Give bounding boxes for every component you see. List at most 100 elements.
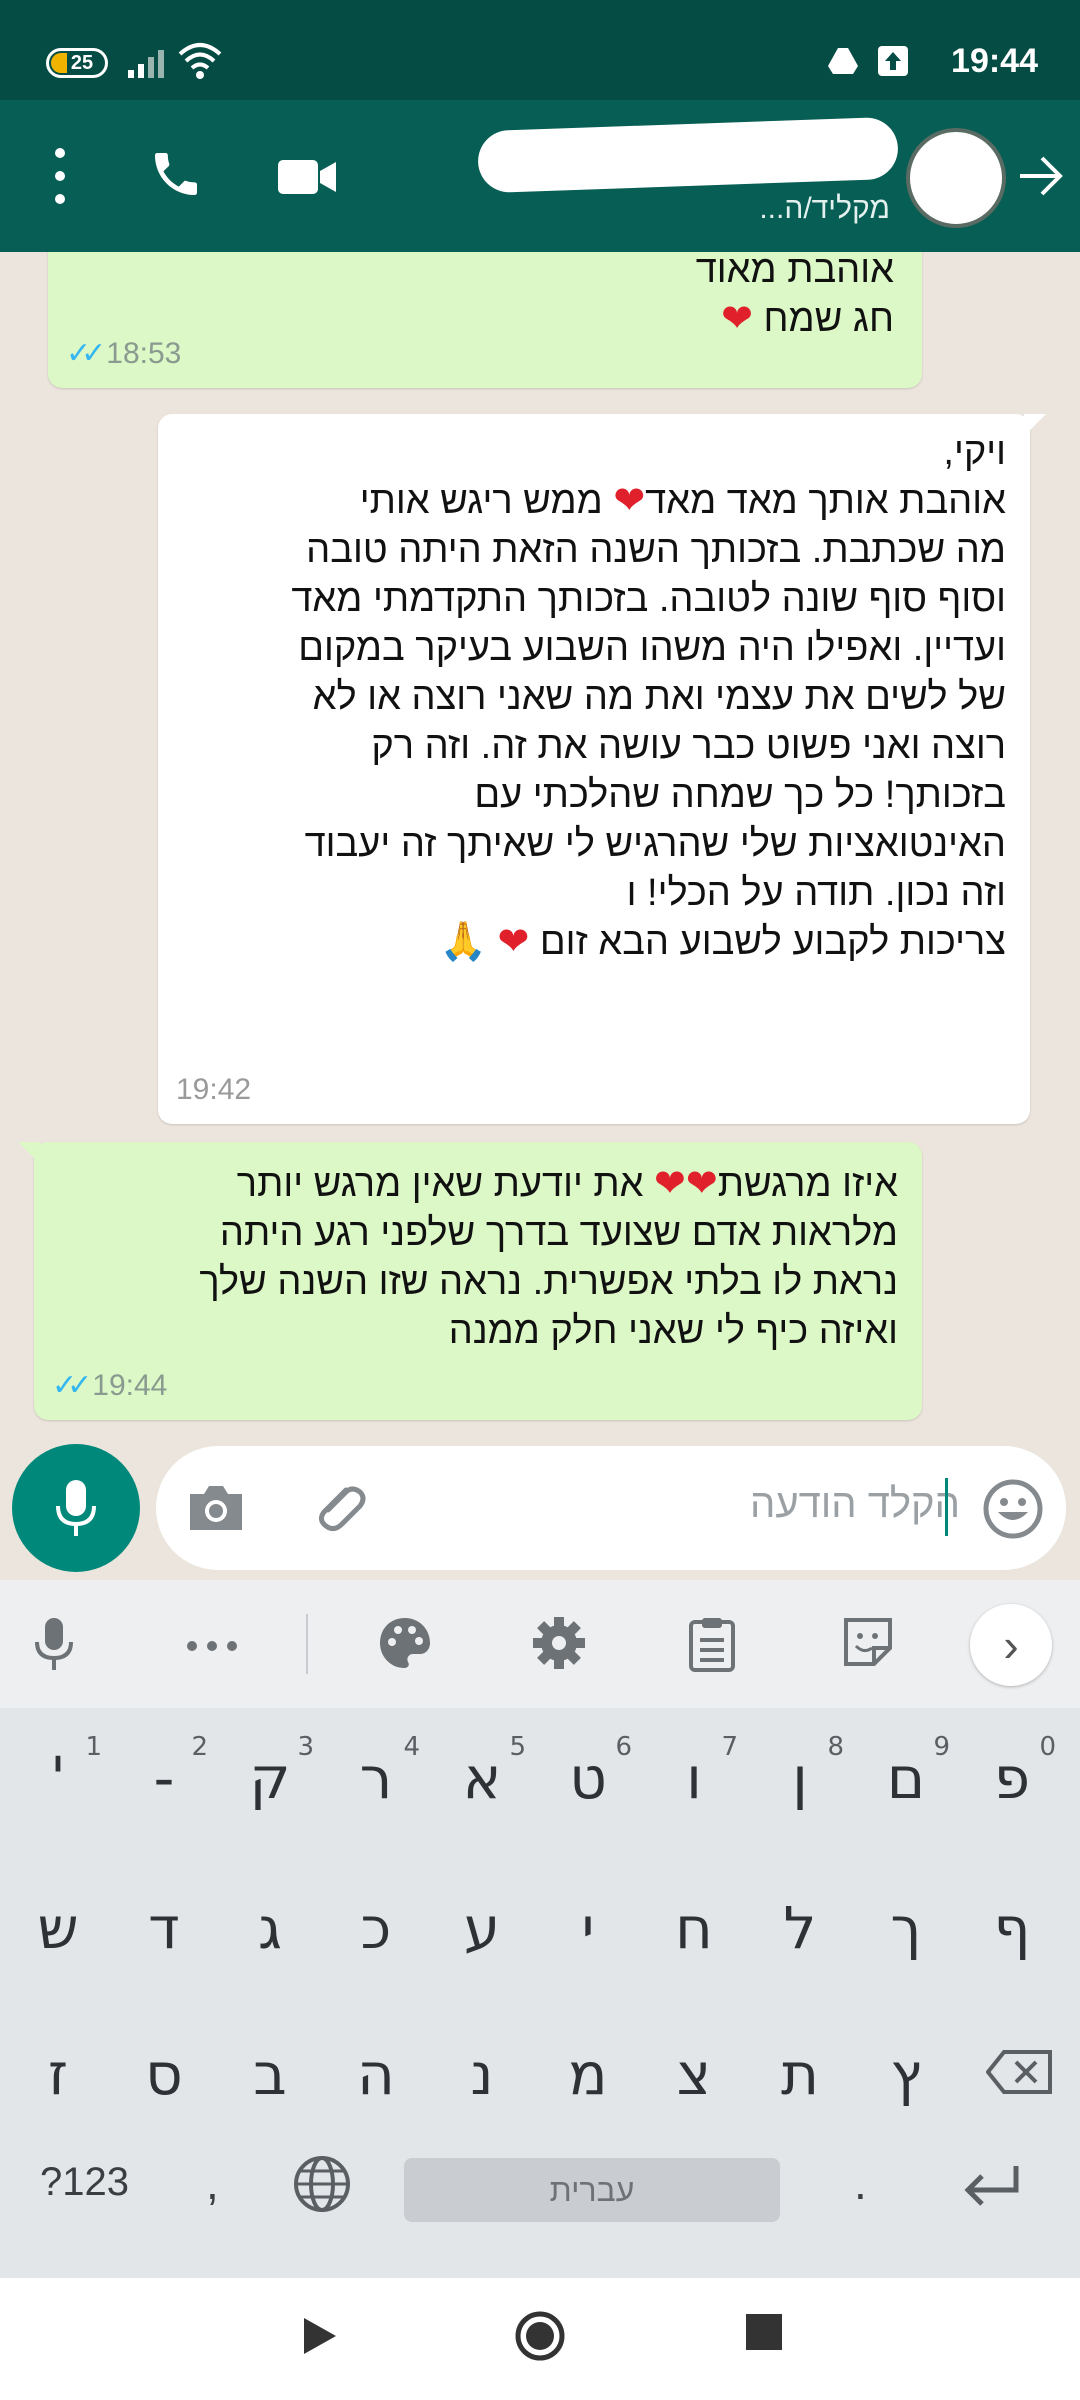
key-char: ה: [357, 2040, 395, 2108]
symbols-key[interactable]: ?123: [40, 2160, 129, 2205]
message-text: חג שמח: [763, 298, 895, 340]
key[interactable]: 5א: [432, 1708, 532, 1828]
read-receipt-icon: ✓✓: [52, 1369, 92, 1402]
key[interactable]: ג: [220, 1858, 320, 1978]
settings-icon[interactable]: [532, 1616, 586, 1670]
message-line: האינטואציות שלי שהרגיש לי שאיתך זה יעבוד: [304, 823, 1006, 865]
key-char: פ: [993, 1744, 1031, 1812]
key[interactable]: 8ן: [750, 1708, 850, 1828]
key-char: ס: [145, 2040, 183, 2108]
period-key[interactable]: .: [854, 2156, 867, 2210]
key[interactable]: ה: [326, 2004, 426, 2124]
message-text: אוהבת אותך מאד מאד: [645, 480, 1006, 522]
key[interactable]: 7ו: [644, 1708, 744, 1828]
more-icon[interactable]: [186, 1640, 238, 1652]
message-line: מה שכתבת. בזכותך השנה הזאת היתה טובה: [306, 529, 1006, 571]
message-bubble-outgoing[interactable]: אוהבת מאוד חג שמח ❤ ✓✓ 18:53: [48, 252, 922, 388]
message-line: איזו מרגשת❤❤ את יודעת שאין מרגש יותר: [58, 1160, 898, 1209]
heart-emoji: ❤: [685, 1163, 718, 1205]
mic-icon: [56, 1480, 96, 1536]
key[interactable]: כ: [326, 1858, 426, 1978]
attach-icon[interactable]: [306, 1476, 370, 1540]
message-line: חג שמח ❤: [76, 295, 894, 344]
camera-icon[interactable]: [186, 1480, 246, 1536]
contact-name-redacted[interactable]: [477, 116, 899, 194]
key-char: צ: [676, 2040, 712, 2108]
key-char: ד: [148, 1894, 180, 1962]
message-text: את יודעת שאין מרגש יותר: [236, 1163, 644, 1205]
key[interactable]: ע: [432, 1858, 532, 1978]
message-input[interactable]: הקלד הודעה: [156, 1446, 1066, 1570]
phone-icon[interactable]: [148, 146, 204, 202]
key[interactable]: 4ר: [326, 1708, 426, 1828]
key[interactable]: ב: [220, 2004, 320, 2124]
heart-emoji: ❤: [654, 1163, 686, 1205]
sticker-icon[interactable]: [842, 1616, 894, 1668]
key[interactable]: ץ: [856, 2004, 956, 2124]
key[interactable]: 0פ: [962, 1708, 1062, 1828]
message-placeholder: הקלד הודעה: [750, 1482, 960, 1526]
key-char: ב: [253, 2040, 287, 2108]
back-nav-icon[interactable]: [300, 2314, 340, 2358]
backspace-icon[interactable]: [986, 2050, 1052, 2094]
key[interactable]: נ: [432, 2004, 532, 2124]
key-char: י: [581, 1894, 595, 1962]
key-char: ט: [569, 1744, 607, 1812]
message-bubble-outgoing[interactable]: איזו מרגשת❤❤ את יודעת שאין מרגש יותר מלר…: [18, 1142, 922, 1420]
key[interactable]: ש: [8, 1858, 108, 1978]
home-nav-icon[interactable]: [514, 2310, 566, 2362]
message-line: ועדיין. ואפילו היה משהו השבוע בעיקר במקו…: [298, 627, 1006, 669]
message-text: צריכות לקבוע לשבוע הבא זום: [539, 921, 1006, 963]
key[interactable]: מ: [538, 2004, 638, 2124]
chat-area[interactable]: אוהבת מאוד חג שמח ❤ ✓✓ 18:53 ויקי, אוהבת…: [0, 252, 1080, 1580]
message-line: ואיזה כיף לי שאני חלק ממנה: [448, 1310, 898, 1352]
wifi-icon: [178, 43, 222, 79]
mic-icon[interactable]: [34, 1616, 74, 1672]
clipboard-icon[interactable]: [688, 1616, 736, 1672]
message-meta: ✓✓ 18:53: [66, 329, 181, 378]
key[interactable]: 3ק: [220, 1708, 320, 1828]
key[interactable]: 6ט: [538, 1708, 638, 1828]
video-call-icon[interactable]: [278, 158, 338, 196]
emoji-icon[interactable]: [982, 1478, 1044, 1540]
message-line: ויקי,: [943, 431, 1006, 473]
enter-icon[interactable]: [962, 2162, 1022, 2206]
heart-emoji: ❤: [497, 921, 530, 963]
avatar[interactable]: [906, 128, 1006, 228]
key[interactable]: י: [538, 1858, 638, 1978]
clock: 19:44: [951, 42, 1038, 80]
key[interactable]: 1 ': [8, 1708, 108, 1828]
message-time: 19:44: [92, 1369, 168, 1402]
globe-icon[interactable]: [292, 2154, 352, 2214]
battery-level: 25: [70, 52, 94, 74]
more-vert-icon[interactable]: [48, 148, 72, 204]
key[interactable]: ל: [750, 1858, 850, 1978]
key[interactable]: ד: [114, 1858, 214, 1978]
message-line: מלראות אדם שצועד בדרך שלפני רגע היתה: [219, 1212, 898, 1254]
key[interactable]: ח: [644, 1858, 744, 1978]
space-key[interactable]: עברית: [404, 2158, 780, 2222]
key[interactable]: ף: [962, 1858, 1062, 1978]
comma-key[interactable]: ,: [206, 2156, 219, 2210]
key-char: מ: [568, 2040, 608, 2108]
key[interactable]: 9ם: [856, 1708, 956, 1828]
key[interactable]: 2-: [114, 1708, 214, 1828]
key-char: ף: [993, 1894, 1031, 1962]
key[interactable]: ז: [8, 2004, 108, 2124]
message-time: 19:42: [176, 1073, 252, 1106]
key[interactable]: ת: [750, 2004, 850, 2124]
pray-emoji: 🙏: [439, 921, 487, 963]
key[interactable]: ך: [856, 1858, 956, 1978]
keyboard: 1 ' 2- 3ק 4ר 5א 6ט 7ו 8ן 9ם 0פ ש ד ג כ ע …: [0, 1708, 1080, 2278]
voice-record-button[interactable]: [12, 1444, 140, 1572]
key[interactable]: צ: [644, 2004, 744, 2124]
message-line: צריכות לקבוע לשבוע הבא זום ❤ 🙏: [182, 918, 1006, 967]
palette-icon[interactable]: [378, 1616, 432, 1670]
recents-nav-icon[interactable]: [746, 2314, 782, 2350]
key[interactable]: ס: [114, 2004, 214, 2124]
message-line: של לשים את עצמי ואת מה שאני רוצה או לא: [312, 676, 1006, 718]
message-bubble-incoming[interactable]: ויקי, אוהבת אותך מאד מאד❤ ממש ריגש אותי …: [158, 414, 1046, 1124]
keyboard-toolbar: ›: [0, 1580, 1080, 1708]
back-arrow-icon[interactable]: [1016, 152, 1064, 200]
chevron-right-icon[interactable]: ›: [970, 1604, 1052, 1686]
